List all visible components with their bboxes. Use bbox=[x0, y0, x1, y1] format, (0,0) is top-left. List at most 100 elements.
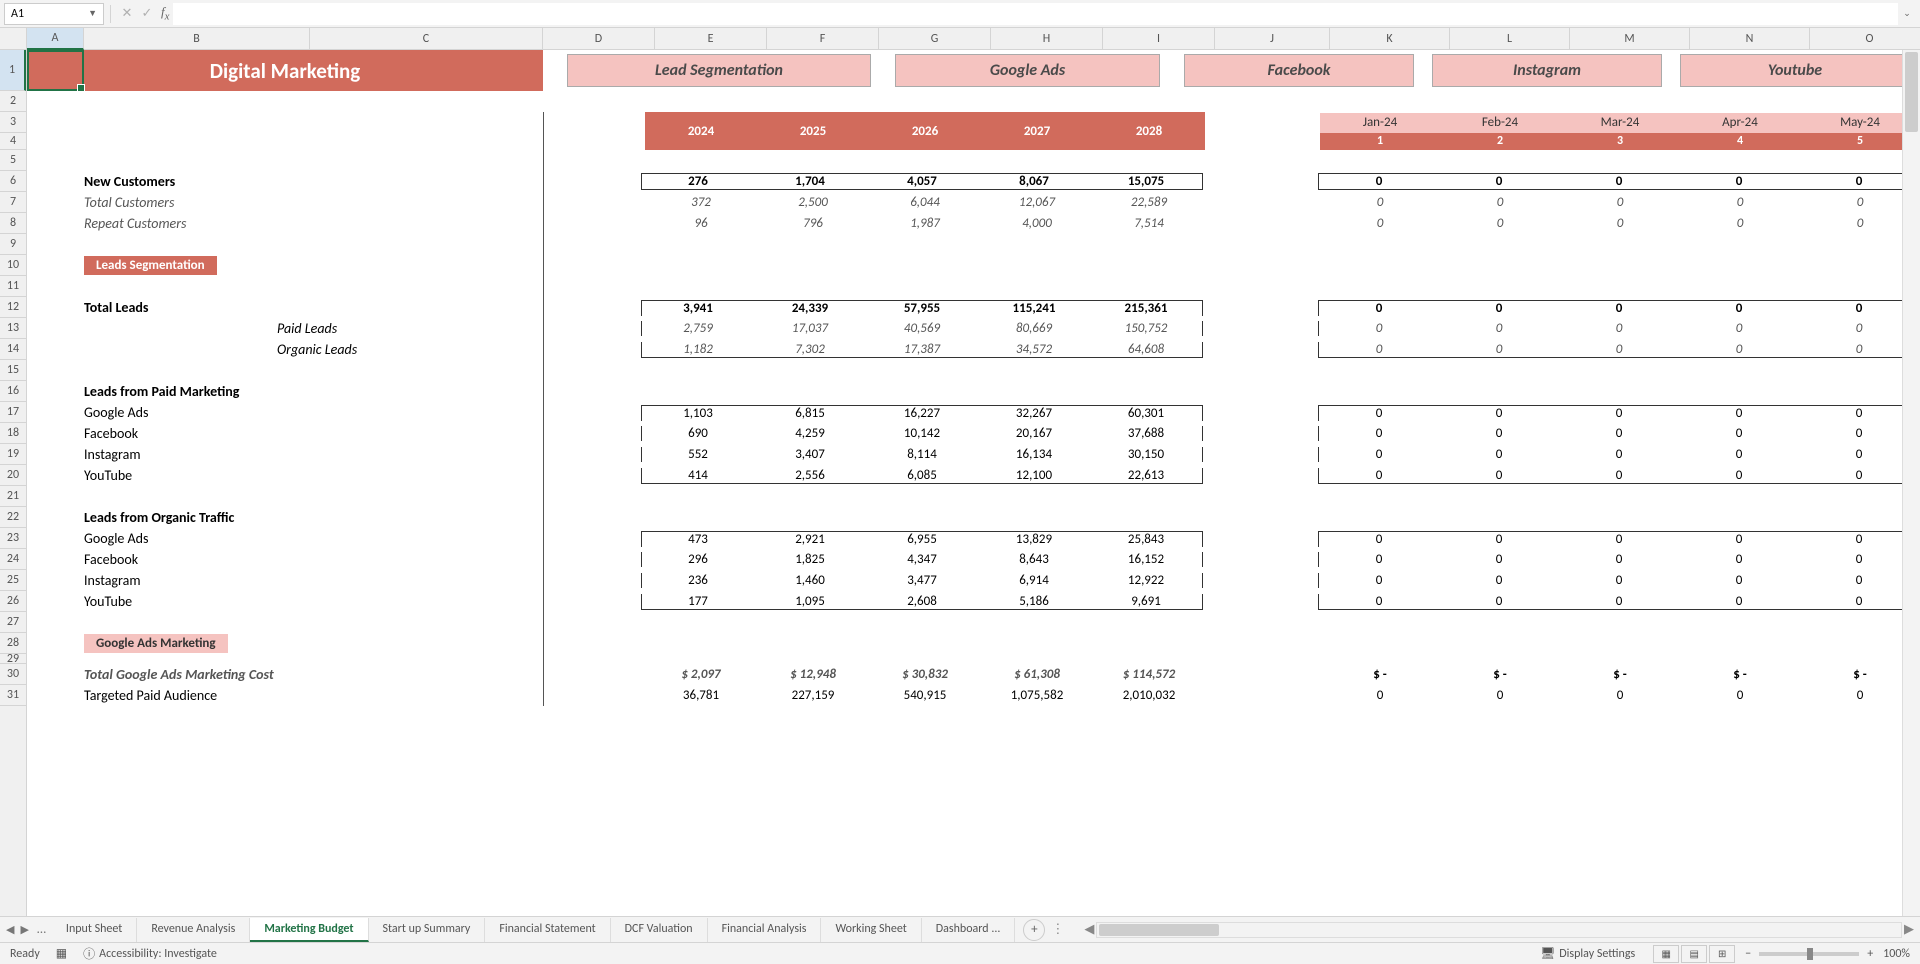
data-cell[interactable]: 0 bbox=[1560, 216, 1680, 231]
row-header-4[interactable]: 4 bbox=[0, 133, 26, 150]
data-cell[interactable]: 15,075 bbox=[1090, 174, 1202, 189]
data-cell[interactable]: 7,302 bbox=[754, 342, 866, 357]
name-box-dropdown-icon[interactable]: ▼ bbox=[88, 8, 97, 19]
data-cell[interactable]: 20,167 bbox=[978, 426, 1090, 441]
row-header-20[interactable]: 20 bbox=[0, 465, 26, 486]
data-cell[interactable]: 4,000 bbox=[981, 216, 1093, 231]
data-cell[interactable]: 6,914 bbox=[978, 573, 1090, 588]
row-header-25[interactable]: 25 bbox=[0, 570, 26, 591]
data-cell[interactable]: 5,186 bbox=[978, 594, 1090, 609]
data-cell[interactable]: 0 bbox=[1559, 552, 1679, 567]
data-cell[interactable]: 0 bbox=[1799, 594, 1919, 609]
sheet-tab-dcf-valuation[interactable]: DCF Valuation bbox=[611, 918, 708, 942]
data-cell[interactable]: 4,347 bbox=[866, 552, 978, 567]
hscroll-left-icon[interactable]: ◀ bbox=[1084, 922, 1094, 937]
data-cell[interactable]: 3,407 bbox=[754, 447, 866, 462]
view-page-layout-icon[interactable]: ▤ bbox=[1681, 945, 1707, 963]
formula-expand-icon[interactable]: ⌄ bbox=[1898, 8, 1916, 19]
data-cell[interactable]: 8,643 bbox=[978, 552, 1090, 567]
data-cell[interactable]: 2,759 bbox=[642, 321, 754, 336]
data-cell[interactable]: 6,955 bbox=[866, 532, 978, 547]
data-cell[interactable]: 0 bbox=[1680, 688, 1800, 703]
data-cell[interactable]: 0 bbox=[1319, 447, 1439, 462]
data-cell[interactable]: $ - bbox=[1440, 667, 1560, 682]
data-cell[interactable]: $ 114,572 bbox=[1093, 667, 1205, 682]
data-cell[interactable]: 1,182 bbox=[642, 342, 754, 357]
data-cell[interactable]: $ 2,097 bbox=[645, 667, 757, 682]
row-header-13[interactable]: 13 bbox=[0, 318, 26, 339]
data-cell[interactable]: 0 bbox=[1319, 342, 1439, 357]
data-cell[interactable]: 227,159 bbox=[757, 688, 869, 703]
data-cell[interactable]: 0 bbox=[1679, 301, 1799, 316]
data-cell[interactable]: 1,704 bbox=[754, 174, 866, 189]
data-cell[interactable]: 10,142 bbox=[866, 426, 978, 441]
data-cell[interactable]: 2028 bbox=[1093, 112, 1205, 150]
horizontal-scroll-thumb[interactable] bbox=[1099, 924, 1219, 936]
sheet-tab-revenue-analysis[interactable]: Revenue Analysis bbox=[137, 918, 250, 942]
data-cell[interactable]: 0 bbox=[1319, 573, 1439, 588]
data-cell[interactable]: 0 bbox=[1319, 468, 1439, 483]
data-cell[interactable]: 0 bbox=[1439, 342, 1559, 357]
col-header-I[interactable]: I bbox=[1103, 28, 1215, 50]
data-cell[interactable]: 0 bbox=[1799, 174, 1919, 189]
data-cell[interactable]: 7,514 bbox=[1093, 216, 1205, 231]
data-cell[interactable]: 0 bbox=[1679, 426, 1799, 441]
data-cell[interactable]: 2024 bbox=[645, 112, 757, 150]
sheet-tab-financial-analysis[interactable]: Financial Analysis bbox=[708, 918, 822, 942]
row-header-22[interactable]: 22 bbox=[0, 507, 26, 528]
sheet-tab-dashboard-[interactable]: Dashboard ... bbox=[922, 918, 1016, 942]
accessibility-status[interactable]: ⓘ Accessibility: Investigate bbox=[83, 945, 217, 962]
data-cell[interactable]: 6,815 bbox=[754, 406, 866, 421]
row-header-2[interactable]: 2 bbox=[0, 91, 26, 112]
col-header-B[interactable]: B bbox=[84, 28, 310, 50]
data-cell[interactable]: 32,267 bbox=[978, 406, 1090, 421]
data-cell[interactable]: 0 bbox=[1319, 321, 1439, 336]
data-cell[interactable]: 0 bbox=[1799, 301, 1919, 316]
data-cell[interactable]: 4,057 bbox=[866, 174, 978, 189]
col-header-F[interactable]: F bbox=[767, 28, 879, 50]
data-cell[interactable]: 57,955 bbox=[866, 301, 978, 316]
data-cell[interactable]: 2027 bbox=[981, 112, 1093, 150]
data-cell[interactable]: 0 bbox=[1679, 447, 1799, 462]
row-header-5[interactable]: 5 bbox=[0, 150, 26, 171]
data-cell[interactable]: 4,259 bbox=[754, 426, 866, 441]
data-cell[interactable]: 2025 bbox=[757, 112, 869, 150]
row-header-30[interactable]: 30 bbox=[0, 664, 26, 685]
data-cell[interactable]: 150,752 bbox=[1090, 321, 1202, 336]
col-header-G[interactable]: G bbox=[879, 28, 991, 50]
row-header-11[interactable]: 11 bbox=[0, 276, 26, 297]
data-cell[interactable]: 36,781 bbox=[645, 688, 757, 703]
data-cell[interactable]: 115,241 bbox=[978, 301, 1090, 316]
data-cell[interactable]: 9,691 bbox=[1090, 594, 1202, 609]
macro-icon[interactable]: ▦ bbox=[56, 946, 67, 961]
tab-ellipsis[interactable]: … bbox=[37, 922, 46, 937]
banner-youtube[interactable]: Youtube bbox=[1680, 54, 1910, 87]
data-cell[interactable]: 0 bbox=[1559, 342, 1679, 357]
data-cell[interactable]: 0 bbox=[1559, 573, 1679, 588]
data-cell[interactable]: 1,825 bbox=[754, 552, 866, 567]
col-header-M[interactable]: M bbox=[1570, 28, 1690, 50]
view-normal-icon[interactable]: ▦ bbox=[1653, 945, 1679, 963]
data-cell[interactable]: 13,829 bbox=[978, 532, 1090, 547]
data-cell[interactable]: 215,361 bbox=[1090, 301, 1202, 316]
fx-icon[interactable]: fx bbox=[161, 4, 169, 23]
row-header-12[interactable]: 12 bbox=[0, 297, 26, 318]
data-cell[interactable]: 2,608 bbox=[866, 594, 978, 609]
col-header-L[interactable]: L bbox=[1450, 28, 1570, 50]
data-cell[interactable]: 2026 bbox=[869, 112, 981, 150]
data-cell[interactable]: 0 bbox=[1799, 552, 1919, 567]
data-cell[interactable]: 0 bbox=[1439, 447, 1559, 462]
data-cell[interactable]: 0 bbox=[1559, 426, 1679, 441]
row-header-21[interactable]: 21 bbox=[0, 486, 26, 507]
data-cell[interactable]: 0 bbox=[1679, 552, 1799, 567]
data-cell[interactable]: 2,010,032 bbox=[1093, 688, 1205, 703]
data-cell[interactable]: 296 bbox=[642, 552, 754, 567]
data-cell[interactable]: 0 bbox=[1439, 573, 1559, 588]
data-cell[interactable]: 0 bbox=[1439, 594, 1559, 609]
sheet-tab-working-sheet[interactable]: Working Sheet bbox=[821, 918, 921, 942]
data-cell[interactable]: 1,987 bbox=[869, 216, 981, 231]
data-cell[interactable]: 0 bbox=[1679, 342, 1799, 357]
tab-prev-icon[interactable]: ◀ bbox=[6, 923, 14, 936]
data-cell[interactable]: 2,556 bbox=[754, 468, 866, 483]
data-cell[interactable]: 12,922 bbox=[1090, 573, 1202, 588]
